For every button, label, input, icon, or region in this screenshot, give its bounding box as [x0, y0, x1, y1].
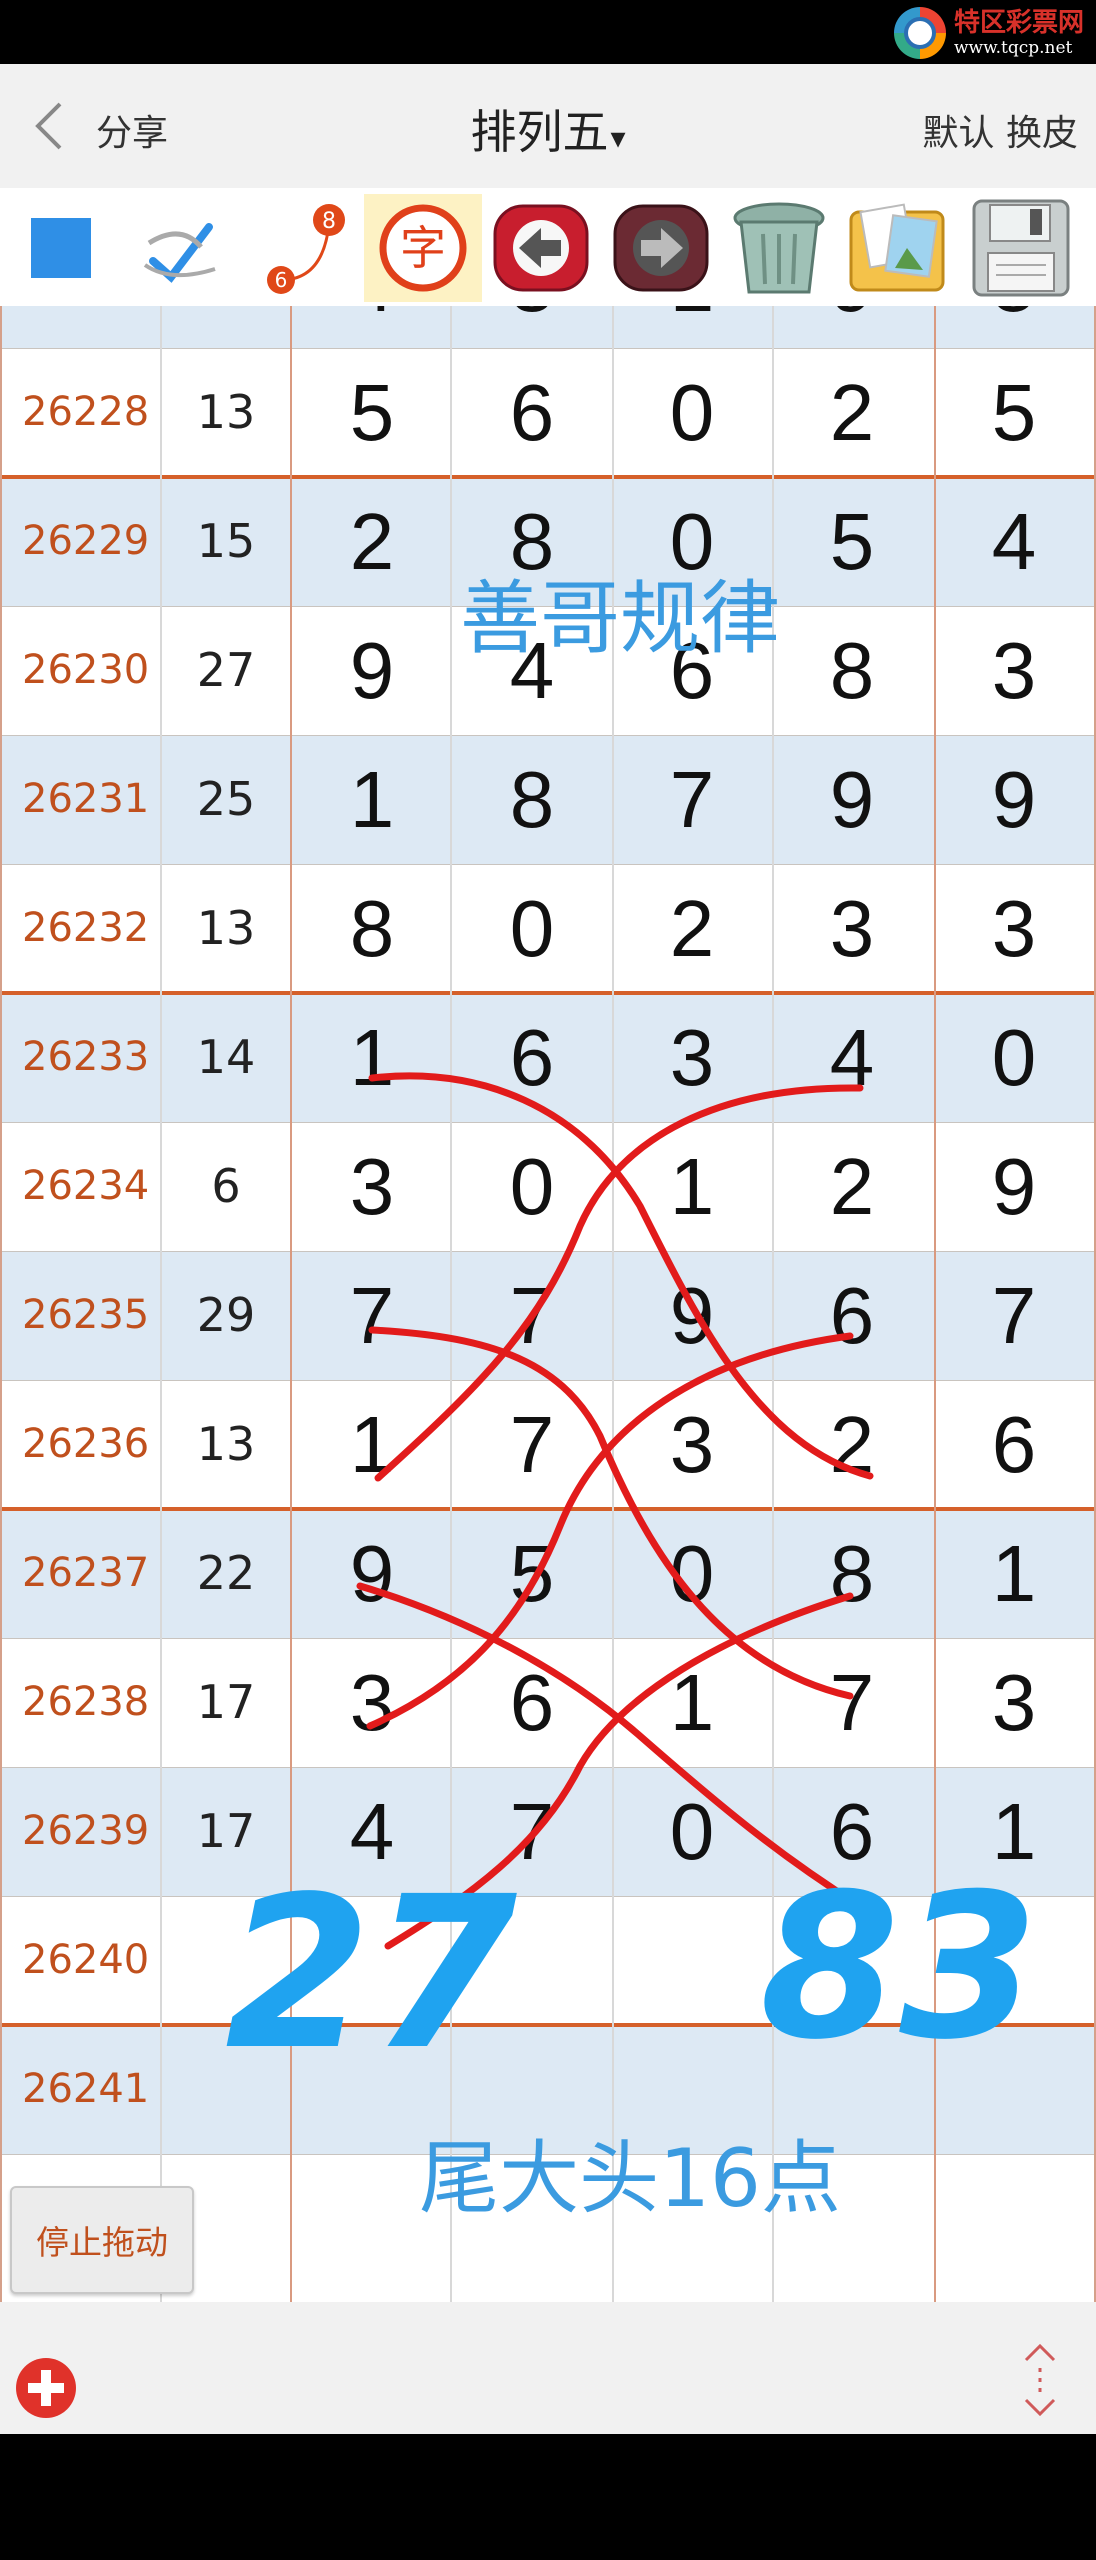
vertical-resize-icon[interactable] [1016, 2342, 1064, 2418]
trash-icon[interactable] [724, 194, 834, 302]
site-logo: 特区彩票网 www.tqcp.net [893, 6, 1084, 60]
logo-text: 特区彩票网 [953, 7, 1084, 38]
undo-arrow-icon[interactable] [486, 194, 596, 302]
lottery-history-table[interactable]: 26227 17 4 3 1 9 5 26228 13 5 6 0 2 5 26… [0, 306, 1096, 2302]
drawing-overlay: 善哥规律 27 83 尾大头16点 [225, 572, 1038, 2225]
logo-url: www.tqcp.net [953, 37, 1073, 58]
save-disk-icon[interactable] [966, 194, 1076, 302]
page-title: 排列五 [470, 105, 609, 159]
caption-text: 尾大头16点 [419, 2132, 841, 2225]
stop-drag-button[interactable]: 停止拖动 [10, 2186, 194, 2294]
system-nav-bar [0, 2434, 1096, 2560]
dropdown-arrow-icon: ▾ [610, 121, 626, 156]
redo-arrow-icon[interactable] [606, 194, 716, 302]
gallery-icon[interactable] [842, 194, 952, 302]
number-link-icon[interactable]: 8 6 [246, 194, 356, 302]
link-num-top: 8 [322, 209, 336, 234]
drawing-toolbar: 8 6 字 [0, 188, 1096, 306]
skin-button[interactable]: 默认 换皮 [923, 104, 1078, 156]
watermark-text: 善哥规律 [460, 572, 780, 665]
blue-square-icon[interactable] [6, 194, 116, 302]
add-plus-icon[interactable] [14, 2356, 78, 2420]
app-header: 分享 排列五▾ 默认 换皮 [0, 64, 1096, 188]
pen-check-icon[interactable] [126, 194, 236, 302]
red-trend-lines [356, 1072, 874, 1950]
handwritten-number-right: 83 [760, 1851, 1038, 2084]
status-bar: 特区彩票网 www.tqcp.net [0, 0, 1096, 64]
handwritten-number-left: 27 [225, 1851, 517, 2096]
char-icon[interactable]: 字 [364, 194, 482, 302]
bottom-bar [0, 2302, 1096, 2434]
logo-emblem-icon [893, 7, 946, 59]
char-icon-label: 字 [400, 221, 446, 275]
link-num-bottom: 6 [275, 268, 288, 292]
